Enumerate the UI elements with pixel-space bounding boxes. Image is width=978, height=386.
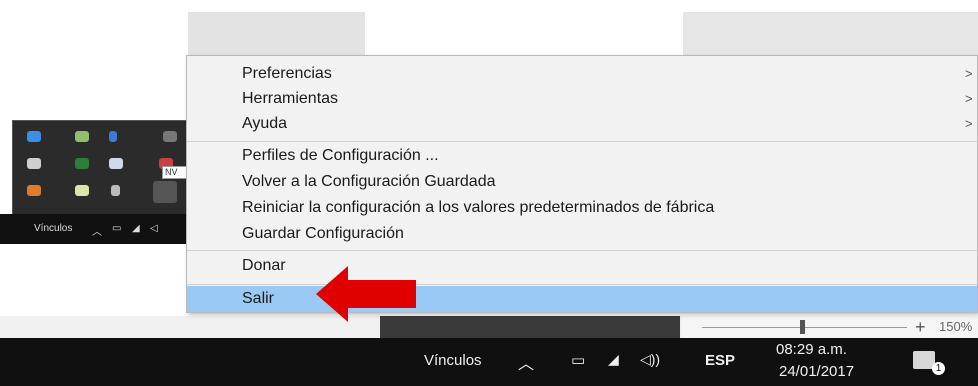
- tray-app-icon[interactable]: [27, 131, 41, 142]
- menu-separator: [187, 141, 977, 142]
- zoom-bar: + 150%: [682, 316, 978, 338]
- menu-item-donar[interactable]: Donar: [187, 254, 977, 278]
- menu-item-label: Ayuda: [242, 115, 288, 132]
- menu-separator: [187, 284, 977, 285]
- menu-item-preferencias[interactable]: Preferencias >: [187, 62, 977, 86]
- volume-icon[interactable]: ◁: [150, 223, 158, 234]
- menu-separator: [187, 250, 977, 251]
- menu-item-guardar-configuracion[interactable]: Guardar Configuración: [187, 222, 977, 246]
- wifi-icon[interactable]: ◢: [132, 223, 140, 234]
- menu-item-ayuda[interactable]: Ayuda >: [187, 112, 977, 136]
- tray-app-icon[interactable]: [75, 185, 89, 196]
- language-indicator[interactable]: ESP: [705, 352, 735, 369]
- links-toolbar-label[interactable]: Vínculos: [34, 223, 72, 234]
- tray-app-icon[interactable]: [27, 185, 41, 196]
- tray-app-icon[interactable]: [27, 158, 41, 169]
- clock-time[interactable]: 08:29 a.m.: [776, 341, 847, 358]
- links-toolbar-label[interactable]: Vínculos: [424, 352, 482, 369]
- chevron-up-icon[interactable]: ︿: [92, 223, 102, 238]
- chevron-right-icon: >: [965, 116, 973, 131]
- usb-icon[interactable]: [111, 185, 120, 196]
- app-dark-strip: [380, 316, 680, 338]
- volume-icon[interactable]: ◁)): [640, 351, 660, 368]
- menu-item-salir[interactable]: Salir: [187, 286, 977, 312]
- zoom-percent: 150%: [939, 319, 973, 334]
- context-menu: Preferencias > Herramientas > Ayuda > Pe…: [186, 55, 978, 313]
- menu-item-herramientas[interactable]: Herramientas >: [187, 87, 977, 111]
- battery-icon[interactable]: ▭: [112, 223, 121, 234]
- small-taskbar: Vínculos ︿ ▭ ◢ ◁: [0, 214, 192, 244]
- notification-count-badge: 1: [932, 362, 945, 375]
- chevron-up-icon[interactable]: ︿: [518, 350, 534, 374]
- bluetooth-icon[interactable]: [109, 131, 117, 142]
- menu-item-reiniciar-configuracion[interactable]: Reiniciar la configuración a los valores…: [187, 196, 977, 220]
- battery-icon[interactable]: ▭: [571, 351, 585, 369]
- menu-item-perfiles[interactable]: Perfiles de Configuración ...: [187, 144, 977, 168]
- tray-app-icon[interactable]: [163, 131, 177, 142]
- clock-date[interactable]: 24/01/2017: [779, 363, 854, 380]
- tray-app-icon[interactable]: [109, 158, 123, 169]
- red-pointer-arrow-icon: [316, 266, 416, 322]
- menu-item-label: Herramientas: [242, 90, 339, 107]
- taskbar: Vínculos ︿ ▭ ◢ ◁)) ESP 08:29 a.m. 24/01/…: [0, 338, 978, 386]
- wifi-icon[interactable]: ◢: [608, 351, 619, 368]
- nvda-tray-icon[interactable]: [153, 181, 177, 203]
- menu-item-volver-configuracion[interactable]: Volver a la Configuración Guardada: [187, 170, 977, 194]
- chevron-right-icon: >: [965, 66, 973, 81]
- menu-item-label: Preferencias: [242, 65, 332, 82]
- tray-app-icon[interactable]: [75, 131, 89, 142]
- nvidia-icon[interactable]: [75, 158, 89, 169]
- chevron-right-icon: >: [965, 91, 973, 106]
- zoom-in-button[interactable]: +: [915, 316, 926, 338]
- zoom-slider-thumb[interactable]: [800, 320, 805, 334]
